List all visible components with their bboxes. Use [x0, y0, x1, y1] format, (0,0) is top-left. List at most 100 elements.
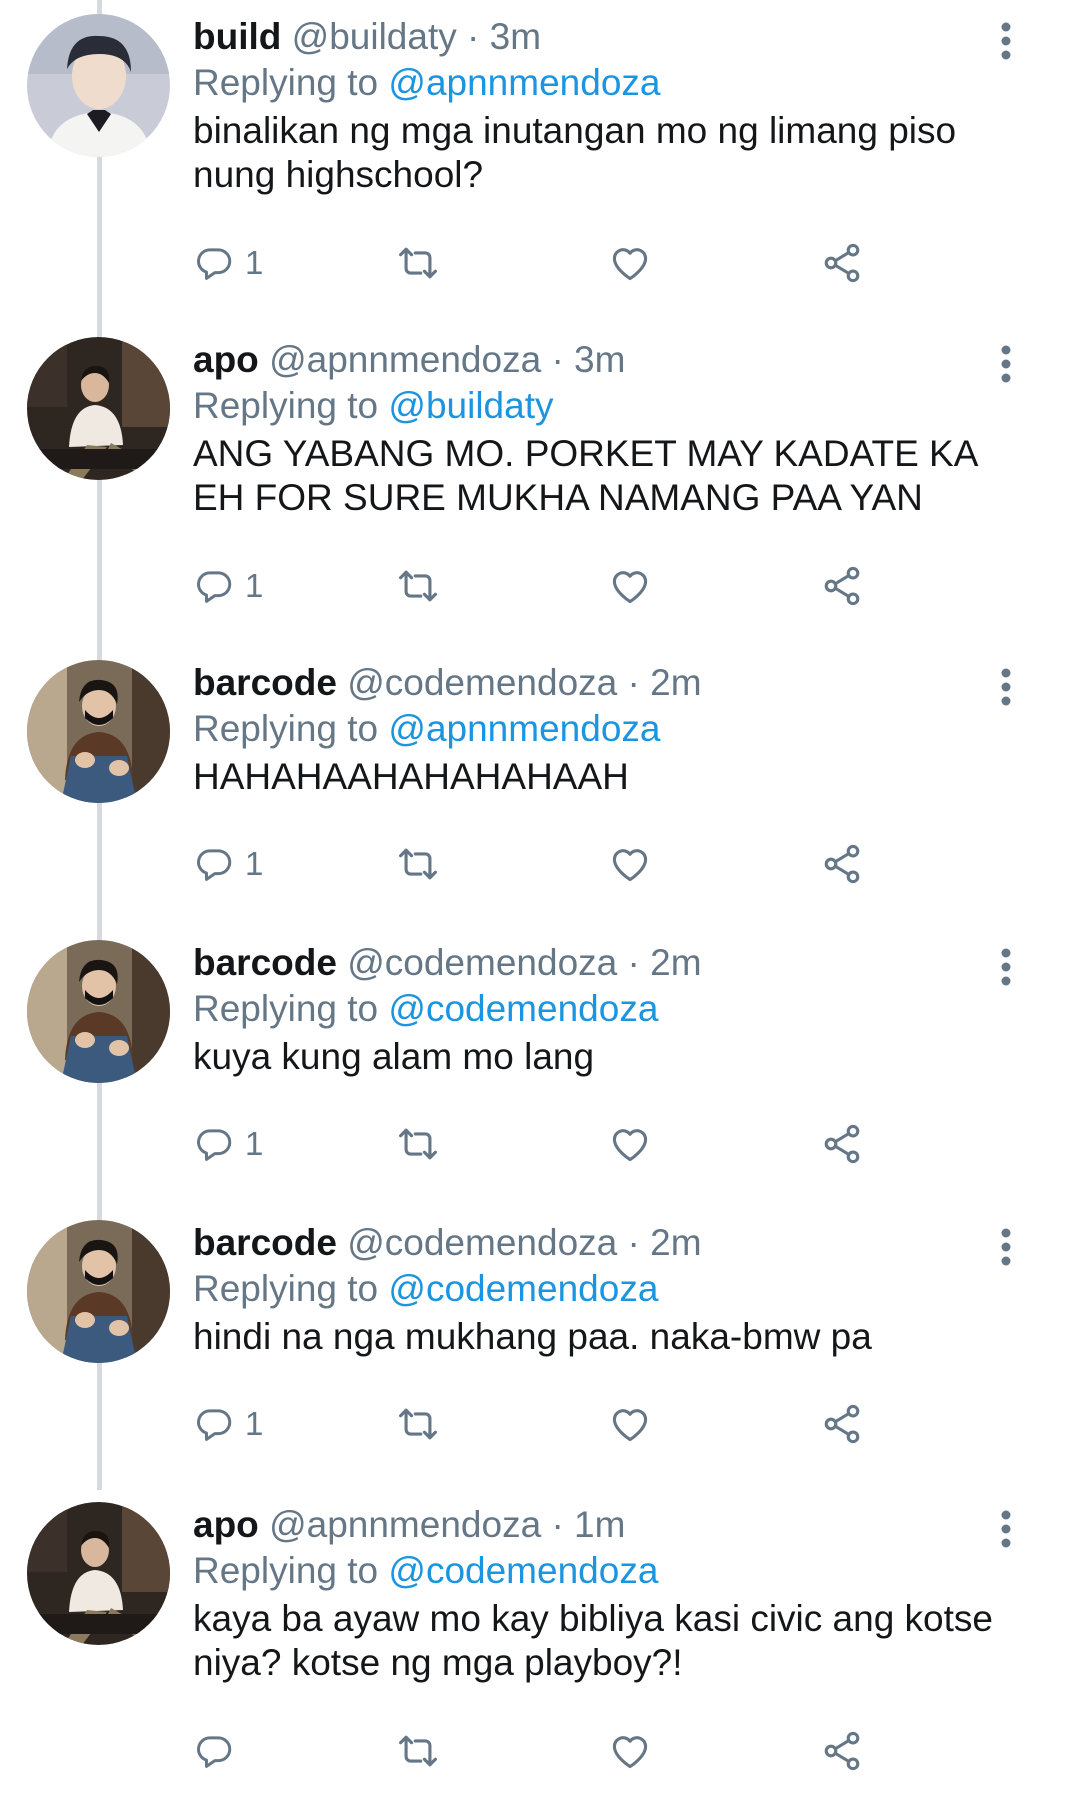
heart-icon	[612, 1736, 648, 1769]
reply-count: 1	[245, 1125, 264, 1162]
replying-prefix: Replying to	[193, 1268, 379, 1309]
retweet-icon	[399, 1128, 437, 1160]
replying-to: Replying to @buildaty	[193, 383, 553, 429]
like-button[interactable]	[608, 1723, 652, 1779]
retweet-button[interactable]	[396, 836, 440, 892]
avatar[interactable]	[27, 660, 170, 803]
retweet-button[interactable]	[396, 558, 440, 614]
more-options-icon[interactable]	[994, 1226, 1018, 1268]
author-handle[interactable]: @apnnmendoza	[269, 339, 541, 380]
avatar[interactable]	[27, 1220, 170, 1363]
tweet-text: kuya kung alam mo lang	[193, 1036, 595, 1077]
tweet-actions: 1	[193, 1396, 893, 1452]
timestamp: · 1m	[551, 1504, 626, 1545]
tweet-text: HAHAHAAHAHAHAHAAH	[193, 756, 629, 797]
share-icon	[824, 1404, 860, 1444]
avatar[interactable]	[27, 14, 170, 157]
share-button[interactable]	[820, 1116, 864, 1172]
share-button[interactable]	[820, 836, 864, 892]
more-options-icon[interactable]	[994, 946, 1018, 988]
more-options-icon[interactable]	[994, 20, 1018, 62]
timestamp: · 2m	[627, 662, 702, 703]
replying-mention[interactable]: @codemendoza	[388, 1268, 658, 1309]
tweet-actions: 1	[193, 235, 893, 291]
reply-button[interactable]	[193, 1723, 245, 1779]
more-options-icon[interactable]	[994, 1508, 1018, 1550]
share-button[interactable]	[820, 558, 864, 614]
author-name[interactable]: build	[193, 16, 281, 57]
share-button[interactable]	[820, 235, 864, 291]
replying-to: Replying to @codemendoza	[193, 1266, 658, 1312]
retweet-button[interactable]	[396, 1396, 440, 1452]
author-name[interactable]: barcode	[193, 1222, 337, 1263]
replying-mention[interactable]: @codemendoza	[388, 988, 658, 1029]
reply-button[interactable]: 1	[193, 1396, 263, 1452]
reply-icon	[197, 1736, 232, 1768]
build-avatar	[27, 14, 170, 157]
tweet-text: binalikan ng mga inutangan mo ng limang …	[193, 110, 957, 195]
more-options-icon[interactable]	[994, 666, 1018, 708]
reply-button[interactable]: 1	[193, 836, 263, 892]
avatar[interactable]	[27, 940, 170, 1083]
more-options-icon[interactable]	[994, 343, 1018, 385]
replying-mention[interactable]: @buildaty	[388, 385, 553, 426]
heart-icon	[612, 1129, 648, 1162]
share-icon	[824, 844, 860, 884]
reply-button[interactable]: 1	[193, 558, 263, 614]
like-button[interactable]	[608, 235, 652, 291]
tweet-header: barcode @codemendoza · 2m	[193, 660, 702, 706]
apo-avatar	[27, 337, 170, 480]
author-name[interactable]: barcode	[193, 942, 337, 983]
like-button[interactable]	[608, 836, 652, 892]
tweet-header: build @buildaty · 3m	[193, 14, 541, 60]
like-button[interactable]	[608, 1396, 652, 1452]
barcode-avatar	[27, 660, 170, 803]
tweet-actions: 1	[193, 836, 893, 892]
heart-icon	[612, 849, 648, 882]
author-name[interactable]: apo	[193, 339, 259, 380]
share-button[interactable]	[820, 1723, 864, 1779]
tweet-actions	[193, 1723, 893, 1779]
tweet-header: barcode @codemendoza · 2m	[193, 1220, 702, 1266]
tweet-actions: 1	[193, 558, 893, 614]
replying-mention[interactable]: @codemendoza	[388, 1550, 658, 1591]
avatar[interactable]	[27, 337, 170, 480]
tweet-actions: 1	[193, 1116, 893, 1172]
retweet-button[interactable]	[396, 1723, 440, 1779]
author-handle[interactable]: @codemendoza	[347, 662, 617, 703]
author-handle[interactable]: @buildaty	[292, 16, 457, 57]
reply-button[interactable]: 1	[193, 235, 263, 291]
retweet-icon	[399, 1735, 437, 1767]
reply-count: 1	[245, 244, 264, 281]
retweet-icon	[399, 848, 437, 880]
reply-count: 1	[245, 845, 264, 882]
replying-mention[interactable]: @apnnmendoza	[388, 62, 660, 103]
reply-button[interactable]: 1	[193, 1116, 263, 1172]
retweet-icon	[399, 1408, 437, 1440]
replying-prefix: Replying to	[193, 988, 379, 1029]
share-icon	[824, 1731, 860, 1771]
author-handle[interactable]: @apnnmendoza	[269, 1504, 541, 1545]
replying-mention[interactable]: @apnnmendoza	[388, 708, 660, 749]
reply-icon	[197, 248, 232, 280]
apo-avatar	[27, 1502, 170, 1645]
share-icon	[824, 566, 860, 606]
barcode-avatar	[27, 940, 170, 1083]
like-button[interactable]	[608, 558, 652, 614]
avatar[interactable]	[27, 1502, 170, 1645]
share-icon	[824, 243, 860, 283]
timestamp: · 2m	[627, 942, 702, 983]
share-icon	[824, 1124, 860, 1164]
heart-icon	[612, 1409, 648, 1442]
retweet-icon	[399, 247, 437, 279]
retweet-button[interactable]	[396, 1116, 440, 1172]
retweet-icon	[399, 570, 437, 602]
author-handle[interactable]: @codemendoza	[347, 1222, 617, 1263]
reply-icon	[197, 571, 232, 603]
author-name[interactable]: apo	[193, 1504, 259, 1545]
retweet-button[interactable]	[396, 235, 440, 291]
share-button[interactable]	[820, 1396, 864, 1452]
author-handle[interactable]: @codemendoza	[347, 942, 617, 983]
like-button[interactable]	[608, 1116, 652, 1172]
author-name[interactable]: barcode	[193, 662, 337, 703]
